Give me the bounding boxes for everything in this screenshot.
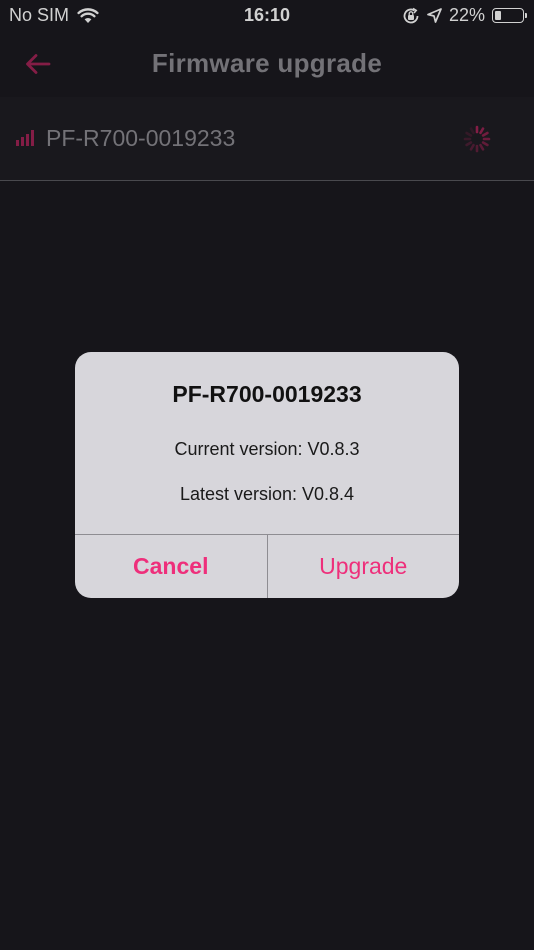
cancel-button[interactable]: Cancel bbox=[75, 535, 268, 598]
dialog-title: PF-R700-0019233 bbox=[172, 381, 362, 407]
firmware-upgrade-screen: No SIM 16:10 22% Firmware upgrade PF-R70… bbox=[0, 0, 534, 950]
latest-version-text: Latest version: V0.8.4 bbox=[179, 484, 355, 504]
upgrade-button[interactable]: Upgrade bbox=[268, 535, 460, 598]
dialog-actions: Cancel Upgrade bbox=[75, 534, 459, 598]
current-version-text: Current version: V0.8.3 bbox=[174, 439, 360, 459]
upgrade-dialog: PF-R700-0019233 Current version: V0.8.3 … bbox=[75, 352, 459, 598]
